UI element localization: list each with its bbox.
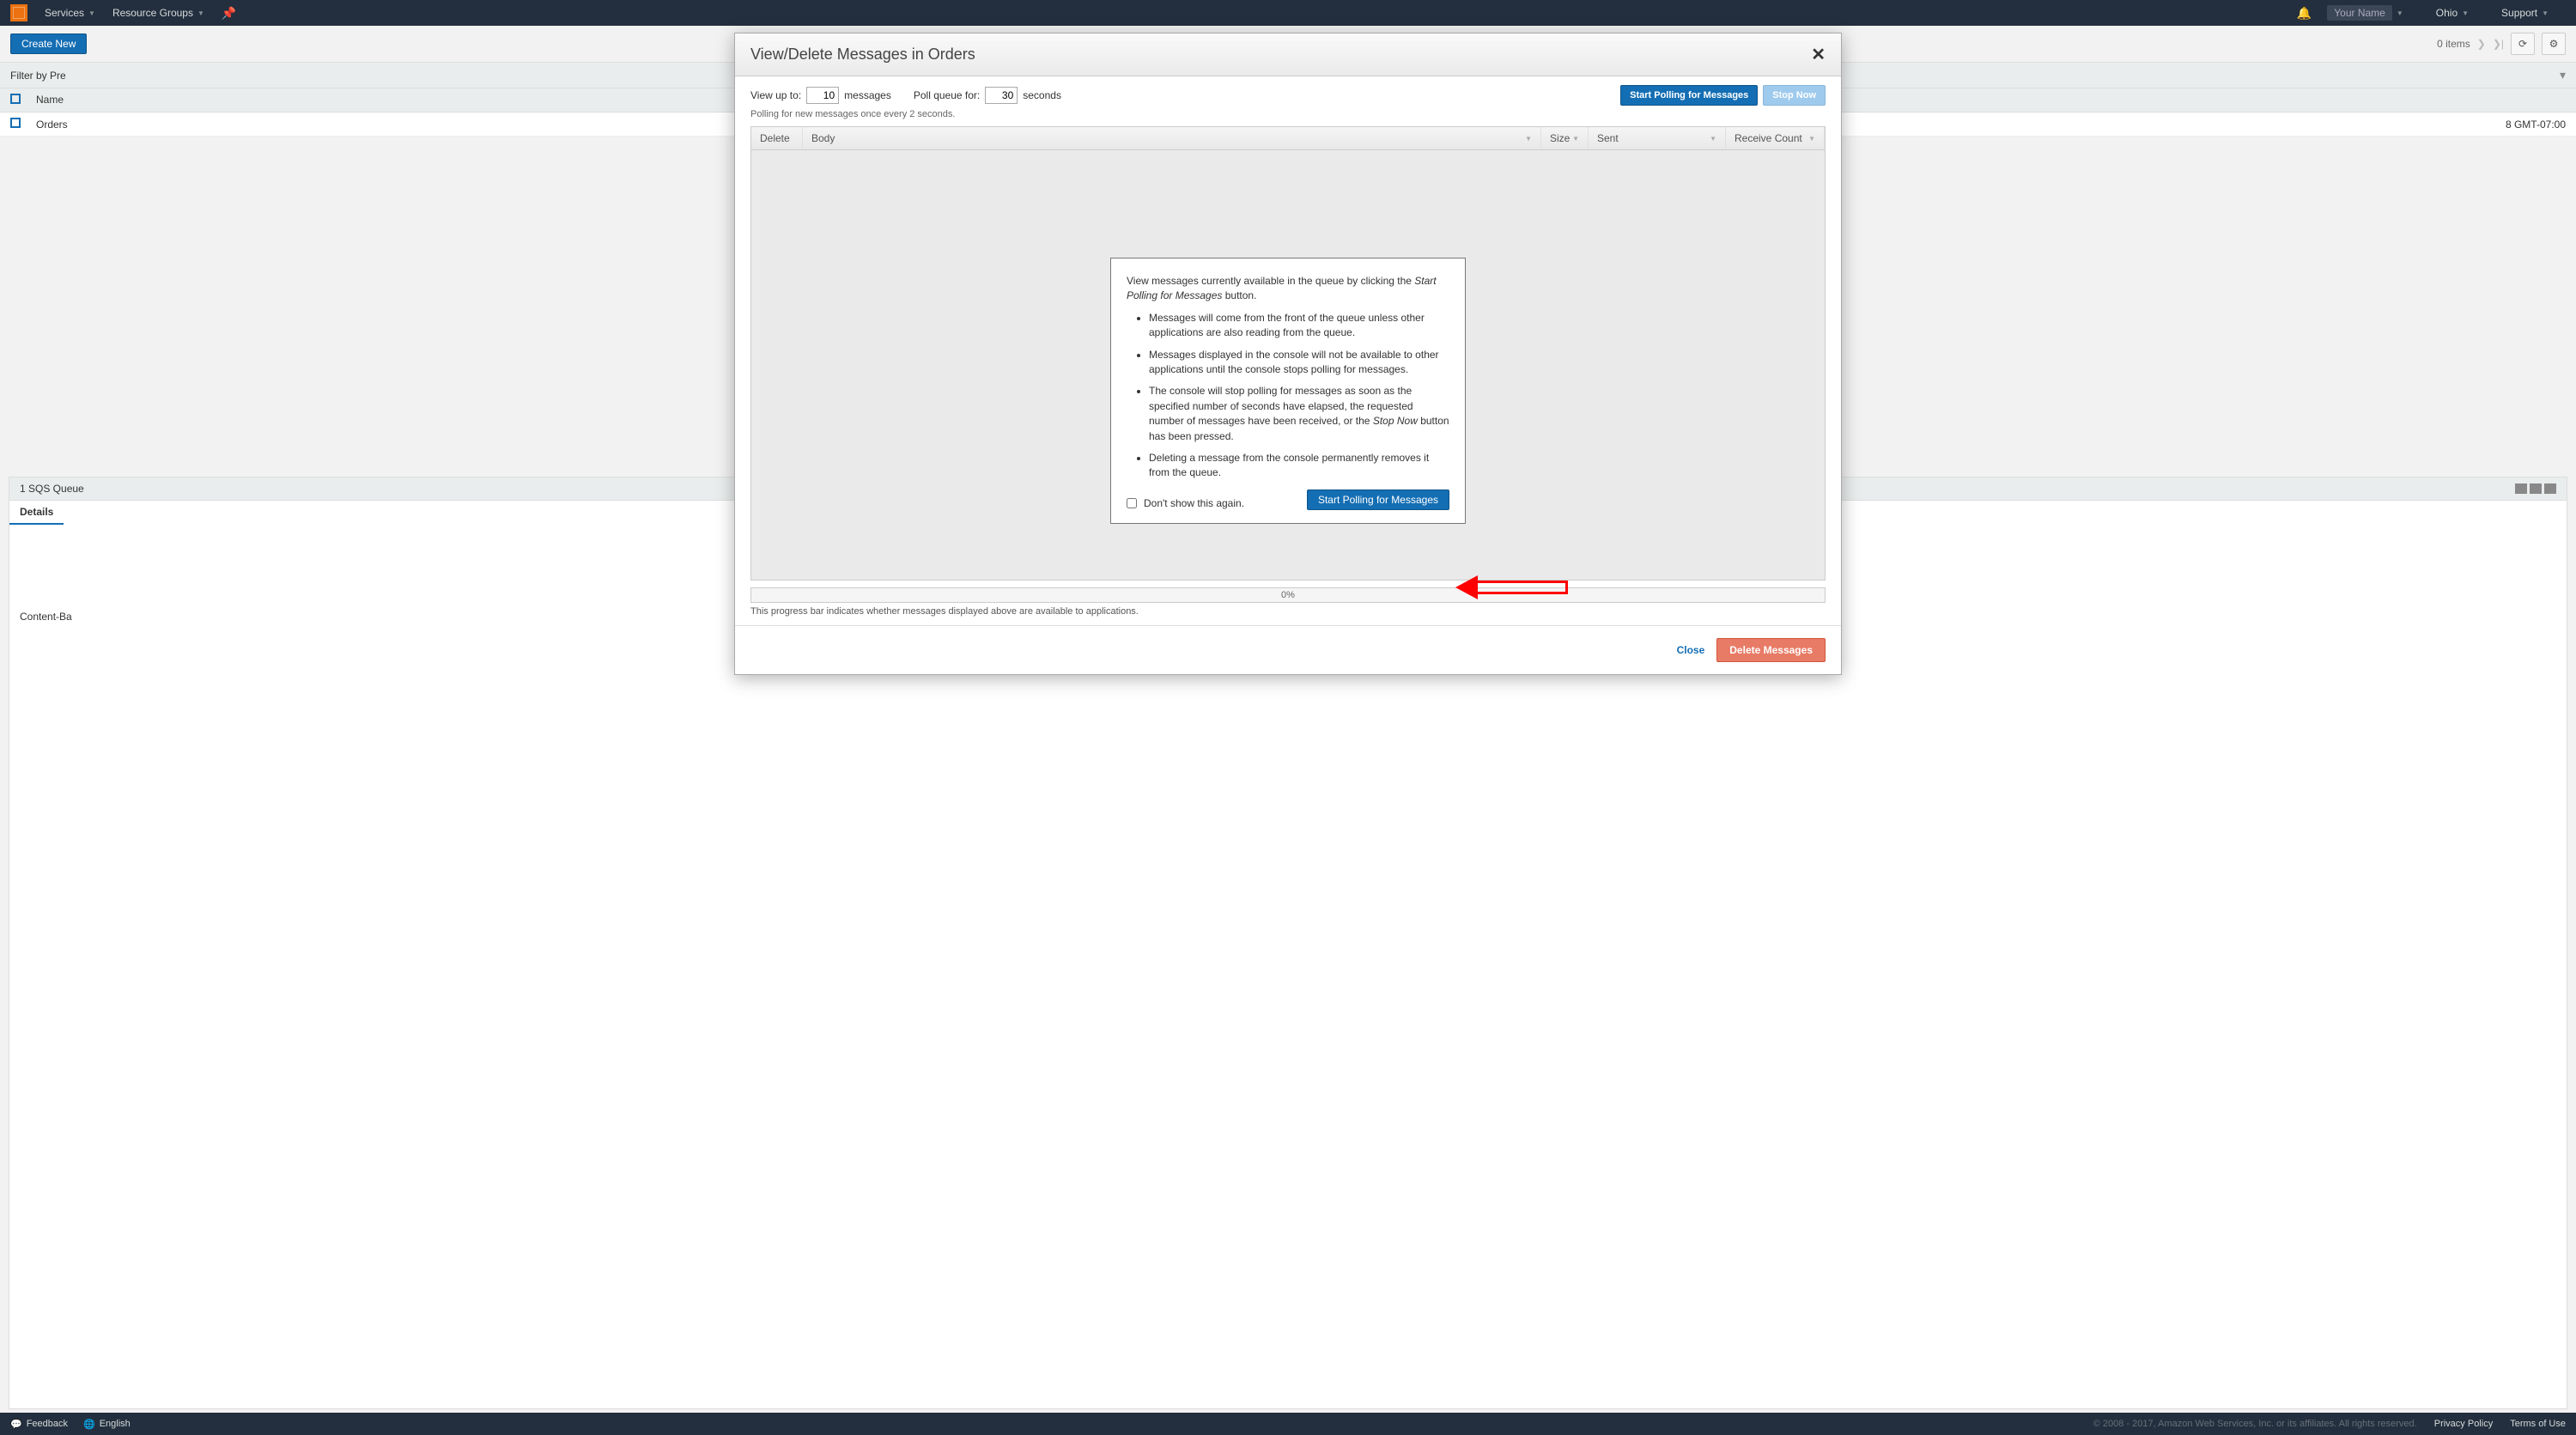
seconds-label: seconds [1023,89,1061,101]
sort-icon: ▼ [1710,135,1716,143]
progress-note: This progress bar indicates whether mess… [735,605,1841,625]
modal-backdrop: View/Delete Messages in Orders ✕ View up… [0,0,2576,1435]
start-polling-button[interactable]: Start Polling for Messages [1620,85,1758,106]
modal-footer: Close Delete Messages [735,625,1841,674]
delete-messages-button[interactable]: Delete Messages [1716,638,1826,662]
column-sent[interactable]: Sent▼ [1589,127,1726,149]
start-polling-button-inline[interactable]: Start Polling for Messages [1307,489,1449,510]
polling-note: Polling for new messages once every 2 se… [735,109,1841,126]
modal-header: View/Delete Messages in Orders ✕ [735,33,1841,76]
view-up-to-input[interactable] [806,87,839,104]
dont-show-again-checkbox[interactable] [1127,498,1137,508]
view-delete-messages-modal: View/Delete Messages in Orders ✕ View up… [734,33,1842,675]
info-box: View messages currently available in the… [1110,258,1466,524]
view-up-to-label: View up to: [750,89,801,101]
progress-bar: 0% [750,587,1826,603]
poll-seconds-input[interactable] [985,87,1018,104]
messages-table: Delete Body▼ Size▼ Sent▼ Receive Count▼ … [750,126,1826,581]
sort-icon: ▼ [1525,135,1532,143]
messages-label: messages [844,89,891,101]
column-body[interactable]: Body▼ [803,127,1541,149]
info-intro: View messages currently available in the… [1127,274,1449,304]
modal-title: View/Delete Messages in Orders [750,46,975,64]
close-icon[interactable]: ✕ [1811,44,1826,65]
info-bullet-list: Messages will come from the front of the… [1149,311,1449,481]
info-bullet: Messages will come from the front of the… [1149,311,1449,341]
progress-value: 0% [1281,590,1295,600]
close-button[interactable]: Close [1677,644,1705,656]
stop-now-button[interactable]: Stop Now [1763,85,1826,106]
dont-show-again-label: Don't show this again. [1144,496,1244,511]
modal-controls: View up to: messages Poll queue for: sec… [735,76,1841,109]
messages-header-row: Delete Body▼ Size▼ Sent▼ Receive Count▼ [751,127,1825,150]
poll-queue-label: Poll queue for: [914,89,980,101]
messages-body: View messages currently available in the… [751,150,1825,580]
column-size[interactable]: Size▼ [1541,127,1589,149]
sort-icon: ▼ [1808,135,1815,143]
column-receive-count[interactable]: Receive Count▼ [1726,127,1825,149]
sort-icon: ▼ [1572,135,1579,143]
info-bullet: The console will stop polling for messag… [1149,384,1449,444]
info-bullet: Deleting a message from the console perm… [1149,451,1449,481]
info-bullet: Messages displayed in the console will n… [1149,348,1449,378]
column-delete[interactable]: Delete [751,127,803,149]
